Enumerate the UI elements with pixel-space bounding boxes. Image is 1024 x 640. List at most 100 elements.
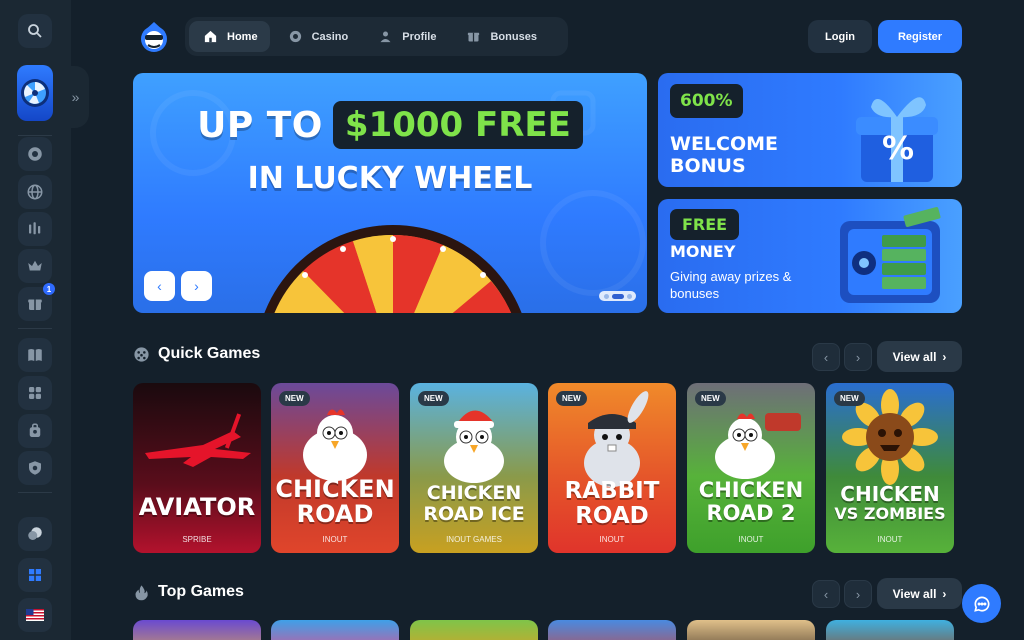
promo-title: WELCOME BONUS (670, 133, 778, 177)
sidebar-item-language[interactable] (18, 175, 52, 209)
game-title-line2: ROAD ICE (423, 503, 525, 525)
top-games-heading: Top Games (133, 583, 244, 601)
promo-title: MONEY (670, 242, 736, 261)
main-nav: Home Casino Profile Bonuses (185, 17, 568, 56)
sidebar: 1 (0, 0, 71, 640)
sidebar-item-windows-app[interactable] (18, 558, 52, 592)
top-games-next-button[interactable]: › (844, 580, 872, 608)
top-games-title: Top Games (158, 583, 244, 600)
login-button[interactable]: Login (808, 20, 872, 53)
sidebar-item-support[interactable] (18, 517, 52, 551)
view-all-label: View all (892, 349, 937, 364)
top-game-card[interactable] (826, 620, 954, 640)
game-provider: INOUT (877, 535, 903, 544)
game-provider: INOUT GAMES (446, 535, 502, 544)
quick-games-view-all[interactable]: View all › (877, 341, 962, 372)
nav-home[interactable]: Home (189, 21, 270, 52)
nav-profile-label: Profile (402, 30, 437, 43)
sidebar-item-security[interactable] (18, 451, 52, 485)
new-badge: NEW (695, 391, 726, 406)
quick-games-heading: Quick Games (133, 345, 260, 363)
top-games-prev-button[interactable]: ‹ (812, 580, 840, 608)
chevron-right-icon: › (942, 349, 947, 364)
promo-subtitle: Giving away prizes & bonuses (670, 269, 792, 301)
game-title-line2: ROAD 2 (706, 501, 796, 525)
hero-next-button[interactable]: › (181, 271, 212, 301)
register-button[interactable]: Register (878, 20, 962, 53)
game-title: CHICKEN ROAD ICE (410, 483, 538, 525)
game-title: CHICKEN VS ZOMBIES (826, 482, 954, 523)
lucky-wheel-icon (21, 79, 49, 107)
welcome-bonus-promo[interactable]: 600% WELCOME BONUS % (658, 73, 962, 187)
nav-bonuses[interactable]: Bonuses (452, 21, 548, 52)
chevron-left-icon: ‹ (823, 586, 829, 602)
site-logo[interactable] (135, 18, 173, 56)
promo-tag: FREE (670, 209, 740, 240)
game-title-line1: CHICKEN (275, 475, 395, 503)
quick-games-next-button[interactable]: › (844, 343, 872, 371)
game-title-line1: RABBIT (564, 478, 660, 504)
sidebar-item-games[interactable] (18, 376, 52, 410)
carousel-dots[interactable] (599, 291, 636, 301)
game-provider: SPRIBE (182, 535, 212, 544)
sidebar-expand-button[interactable]: » (62, 66, 89, 128)
game-title-line1: CHICKEN (840, 482, 940, 506)
top-game-card[interactable] (548, 620, 676, 640)
fire-icon (135, 584, 148, 600)
search-button[interactable] (18, 14, 52, 48)
sidebar-item-casino[interactable] (18, 137, 52, 171)
top-games-view-all[interactable]: View all › (877, 578, 962, 609)
gift-box-illustration: % (856, 97, 938, 182)
dice-icon (134, 346, 149, 362)
chip-icon (289, 30, 301, 43)
game-card-chicken-vs-zombies[interactable]: NEW CHICKEN VS ZOMBIES INOUT (826, 383, 954, 553)
game-title-line2: ROAD (296, 500, 374, 528)
book-icon (28, 349, 42, 361)
sidebar-item-vip[interactable] (18, 249, 52, 283)
new-badge: NEW (418, 391, 449, 406)
home-icon (204, 30, 217, 43)
sidebar-item-shop[interactable] (18, 414, 52, 448)
crown-icon (28, 260, 42, 271)
new-badge: NEW (556, 391, 587, 406)
chevron-right-icon: › (855, 586, 861, 602)
game-card-chicken-road-2[interactable]: NEW CHICKEN ROAD 2 INOUT (687, 383, 815, 553)
game-title-line2: VS ZOMBIES (834, 504, 946, 523)
sidebar-item-sports[interactable] (18, 212, 52, 246)
game-card-chicken-road-ice[interactable]: NEW CHICKEN ROAD ICE INOUT GAMES (410, 383, 538, 553)
game-provider: INOUT (738, 535, 764, 544)
game-card-rabbit-road[interactable]: NEW RABBIT ROAD INOUT (548, 383, 676, 553)
hero-prefix: UP TO (197, 104, 323, 146)
game-card-aviator[interactable]: AVIATOR SPRIBE (133, 383, 261, 553)
nav-home-label: Home (227, 30, 258, 43)
game-card-chicken-road[interactable]: NEW CHICKEN ROAD INOUT (271, 383, 399, 553)
game-title-line2: ROAD (575, 503, 649, 529)
game-title: RABBIT ROAD (548, 479, 676, 529)
top-game-card[interactable] (687, 620, 815, 640)
sidebar-item-bonuses[interactable]: 1 (18, 283, 55, 321)
game-title: CHICKEN ROAD 2 (687, 479, 815, 525)
chevron-left-icon: ‹ (157, 278, 162, 294)
nav-casino[interactable]: Casino (274, 21, 361, 52)
sidebar-item-rules[interactable] (18, 338, 52, 372)
chevrons-right-icon: » (71, 89, 80, 105)
sidebar-item-language-flag[interactable] (18, 598, 52, 632)
live-chat-button[interactable] (962, 584, 1001, 623)
game-title: CHICKEN ROAD (271, 477, 399, 527)
chart-icon (29, 222, 41, 235)
chat-bubbles-icon (28, 527, 42, 540)
quick-games-prev-button[interactable]: ‹ (812, 343, 840, 371)
nav-profile[interactable]: Profile (364, 21, 448, 52)
top-game-card[interactable] (410, 620, 538, 640)
hero-prev-button[interactable]: ‹ (144, 271, 175, 301)
game-title-line1: CHICKEN (426, 482, 522, 504)
free-money-promo[interactable]: FREE MONEY Giving away prizes & bonuses (658, 199, 962, 313)
game-title: AVIATOR (138, 493, 256, 521)
lucky-wheel-tile[interactable] (17, 65, 53, 121)
gift-icon (468, 32, 480, 42)
hero-banner[interactable]: UP TO $1000 FREE IN LUCKY WHEEL ‹ › (133, 73, 647, 313)
windows-icon (29, 569, 41, 581)
top-game-card[interactable] (133, 620, 261, 640)
game-provider: INOUT (322, 535, 348, 544)
top-game-card[interactable] (271, 620, 399, 640)
